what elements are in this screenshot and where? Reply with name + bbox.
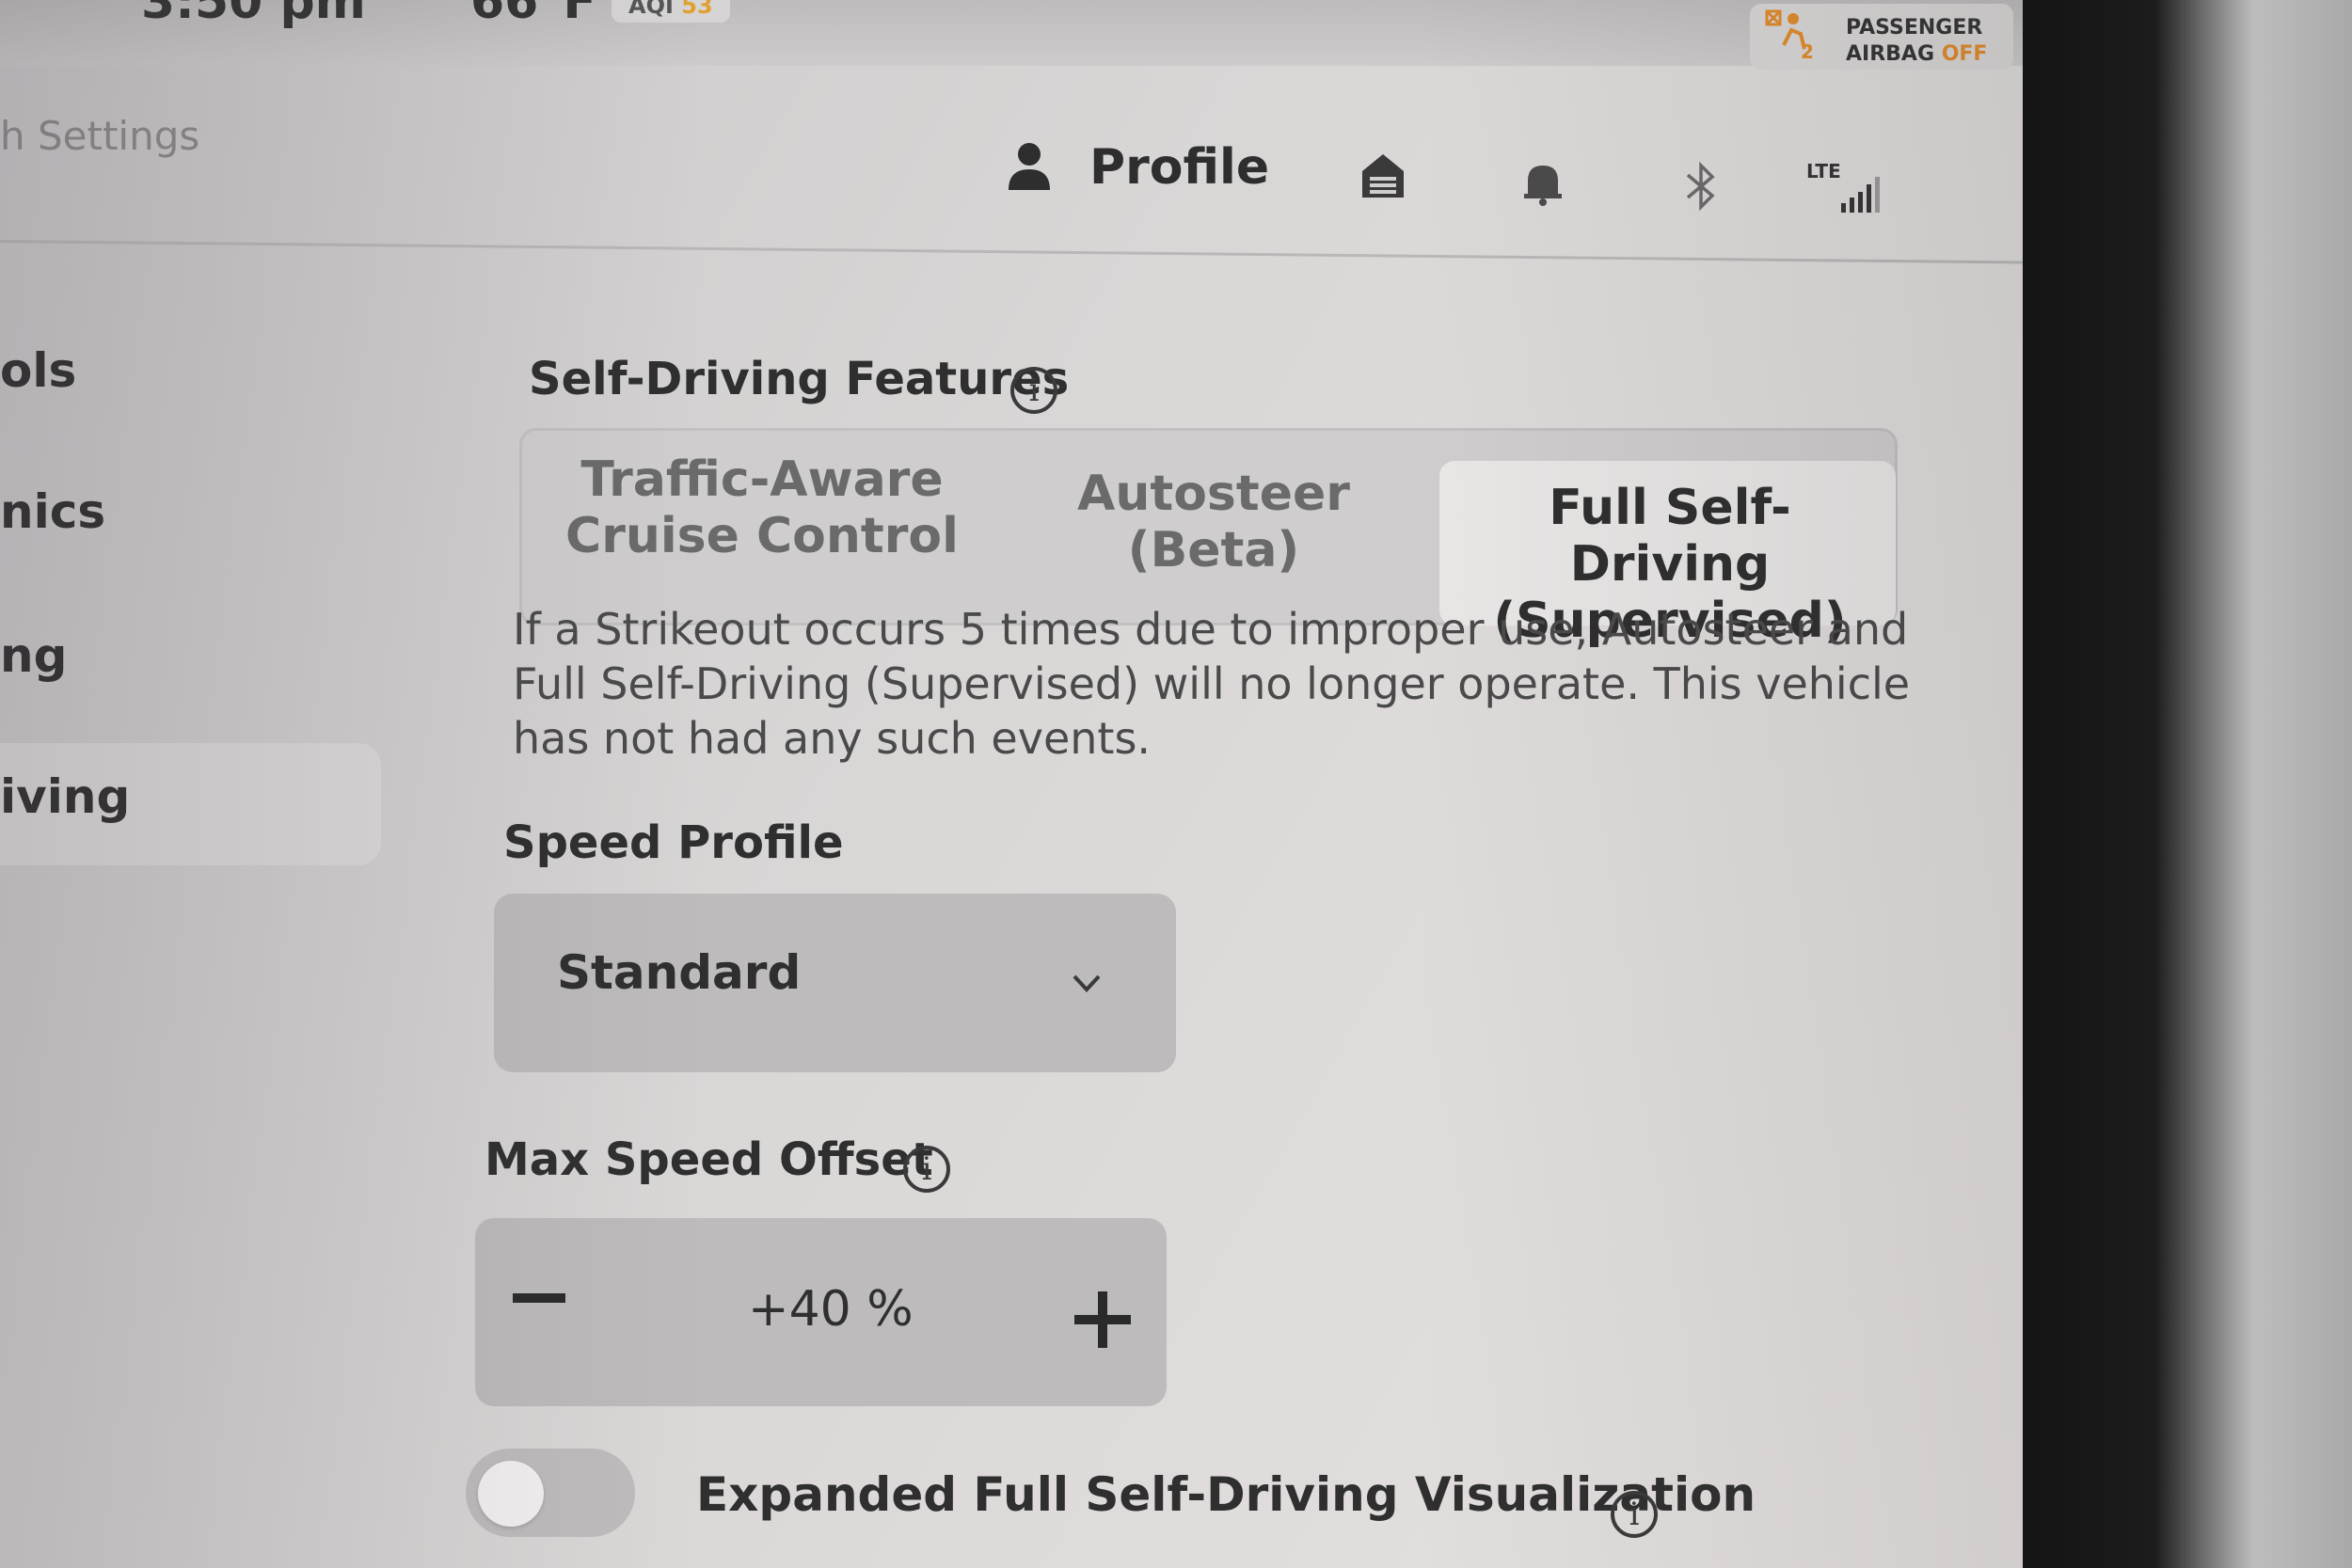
max-speed-offset-title: Max Speed Offset <box>485 1133 933 1186</box>
option-traffic-aware-cruise[interactable]: Traffic-Aware Cruise Control <box>564 451 960 564</box>
signal-icon <box>1841 177 1880 213</box>
speed-profile-value: Standard <box>557 945 802 1000</box>
passenger-airbag-indicator: 2 PASSENGER AIRBAG OFF <box>1750 4 2013 70</box>
aqi-badge[interactable]: AQI 53 <box>612 0 730 23</box>
sidebar-item-charging[interactable]: ng <box>0 628 67 683</box>
profile-icon[interactable] <box>1007 141 1052 190</box>
outside-temperature: 66°F <box>470 0 596 30</box>
sidebar-item-self-driving[interactable]: iving <box>0 769 130 824</box>
aqi-value: 53 <box>681 0 713 19</box>
self-driving-title: Self-Driving Features <box>529 353 1070 405</box>
visualization-info-icon[interactable]: i <box>1611 1491 1658 1538</box>
airbag-icon: 2 <box>1765 9 1814 63</box>
sidebar-item-dynamics[interactable]: nics <box>0 484 105 539</box>
bluetooth-icon[interactable] <box>1684 160 1718 213</box>
profile-button[interactable]: Profile <box>1089 139 1269 196</box>
search-settings[interactable]: h Settings <box>0 113 199 159</box>
screen-bezel <box>2023 0 2352 1568</box>
clock: 3:50 pm <box>141 0 366 30</box>
home-icon[interactable] <box>1359 150 1407 199</box>
airbag-line-2: AIRBAG <box>1846 42 1935 66</box>
plus-icon <box>1098 1291 1107 1348</box>
network-type: LTE <box>1806 160 1841 182</box>
bell-icon[interactable] <box>1522 158 1564 207</box>
airbag-state: OFF <box>1941 42 1988 66</box>
visualization-label: Expanded Full Self-Driving Visualization <box>696 1467 1756 1522</box>
airbag-line-1: PASSENGER <box>1846 16 1983 40</box>
chevron-down-icon <box>1073 974 1101 992</box>
strikeout-warning: If a Strikeout occurs 5 times due to imp… <box>513 604 1911 764</box>
aqi-label: AQI <box>628 0 674 19</box>
svg-text:2: 2 <box>1801 40 1814 63</box>
self-driving-info-icon[interactable]: i <box>1010 367 1057 414</box>
option-autosteer[interactable]: Autosteer (Beta) <box>1025 466 1402 578</box>
toggle-knob <box>478 1461 544 1527</box>
max-speed-offset-info-icon[interactable]: i <box>903 1146 950 1193</box>
sidebar-item-controls[interactable]: ols <box>0 343 76 398</box>
decrease-offset-button[interactable] <box>513 1293 565 1303</box>
touchscreen: 3:50 pm 66°F AQI 53 2 PASSENGER AIRBAG O… <box>0 0 2023 1568</box>
max-speed-offset-value: +40 % <box>748 1281 914 1338</box>
speed-profile-title: Speed Profile <box>503 816 844 869</box>
header-divider <box>0 240 2023 264</box>
